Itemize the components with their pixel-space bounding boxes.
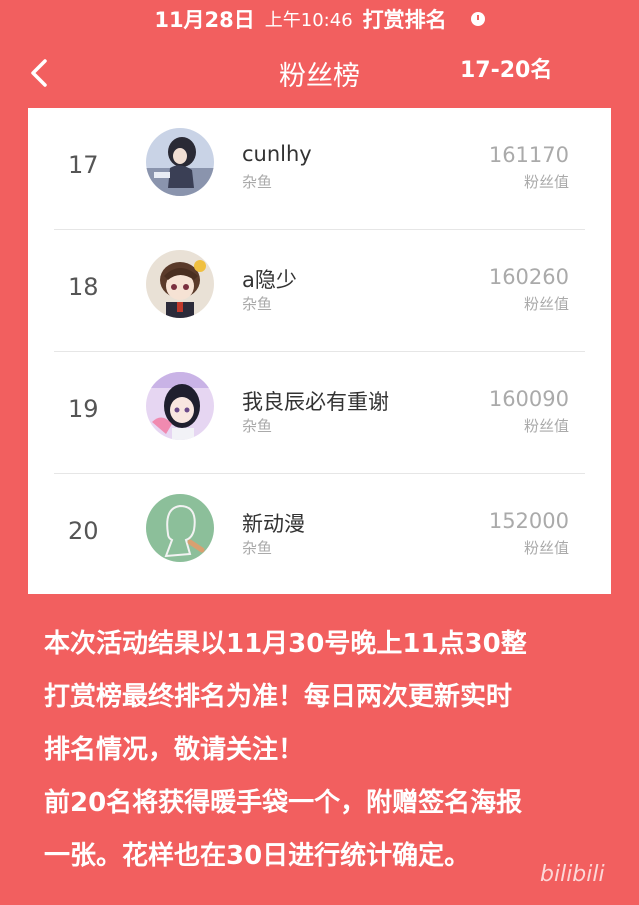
- fan-score: 161170: [488, 143, 569, 167]
- notice-line: 前20名将获得暖手袋一个，附赠签名海报: [44, 788, 523, 818]
- fan-score-label: 粉丝值: [523, 295, 569, 313]
- status-date: 11月28日: [154, 8, 255, 32]
- notice-line: 排名情况，敬请关注！: [44, 735, 305, 765]
- event-notice: 本次活动结果以11月30号晚上11点30整 打赏榜最终排名为准！每日两次更新实时…: [44, 618, 614, 883]
- leaderboard-card: 17 cunlhy 杂鱼 161170 粉丝值 18 a隐少 杂鱼 160260…: [28, 108, 611, 594]
- rank-range: 17-20名: [460, 58, 553, 83]
- fan-score-label: 粉丝值: [523, 539, 569, 557]
- status-time: 上午10:46: [264, 10, 353, 31]
- bilibili-watermark: bilibili: [540, 862, 605, 887]
- avatar: [146, 128, 214, 196]
- user-name: a隐少: [242, 268, 297, 292]
- fan-score: 152000: [488, 509, 569, 533]
- notice-line: 打赏榜最终排名为准！每日两次更新实时: [44, 682, 513, 712]
- avatar: [146, 250, 214, 318]
- status-title: 打赏排名: [362, 8, 447, 32]
- user-level: 杂鱼: [242, 417, 273, 435]
- nav-bar: 粉丝榜 17-20名: [0, 40, 639, 104]
- fan-score-label: 粉丝值: [523, 173, 569, 191]
- status-bar: 11月28日 上午10:46 打赏排名: [0, 0, 639, 38]
- rank-number: 20: [68, 517, 99, 545]
- notice-line: 一张。花样也在30日进行统计确定。: [44, 841, 471, 871]
- user-name: cunlhy: [242, 142, 312, 166]
- user-level: 杂鱼: [242, 539, 273, 557]
- fan-score-label: 粉丝值: [523, 417, 569, 435]
- user-level: 杂鱼: [242, 295, 273, 313]
- rank-number: 18: [68, 273, 99, 301]
- avatar: [146, 372, 214, 440]
- user-level: 杂鱼: [242, 173, 273, 191]
- fan-score: 160090: [488, 387, 569, 411]
- leaderboard-row[interactable]: 19 我良辰必有重谢 杂鱼 160090 粉丝值: [28, 352, 611, 474]
- rank-number: 17: [68, 151, 99, 179]
- user-name: 新动漫: [242, 512, 305, 536]
- alarm-clock-icon: [470, 12, 485, 26]
- leaderboard-row[interactable]: 18 a隐少 杂鱼 160260 粉丝值: [28, 230, 611, 352]
- fan-score: 160260: [488, 265, 569, 289]
- user-name: 我良辰必有重谢: [242, 390, 389, 414]
- notice-line: 本次活动结果以11月30号晚上11点30整: [44, 629, 527, 659]
- leaderboard-row[interactable]: 17 cunlhy 杂鱼 161170 粉丝值: [28, 108, 611, 230]
- leaderboard-row[interactable]: 20 新动漫 杂鱼 152000 粉丝值: [28, 474, 611, 596]
- avatar: [146, 494, 214, 562]
- rank-number: 19: [68, 395, 99, 423]
